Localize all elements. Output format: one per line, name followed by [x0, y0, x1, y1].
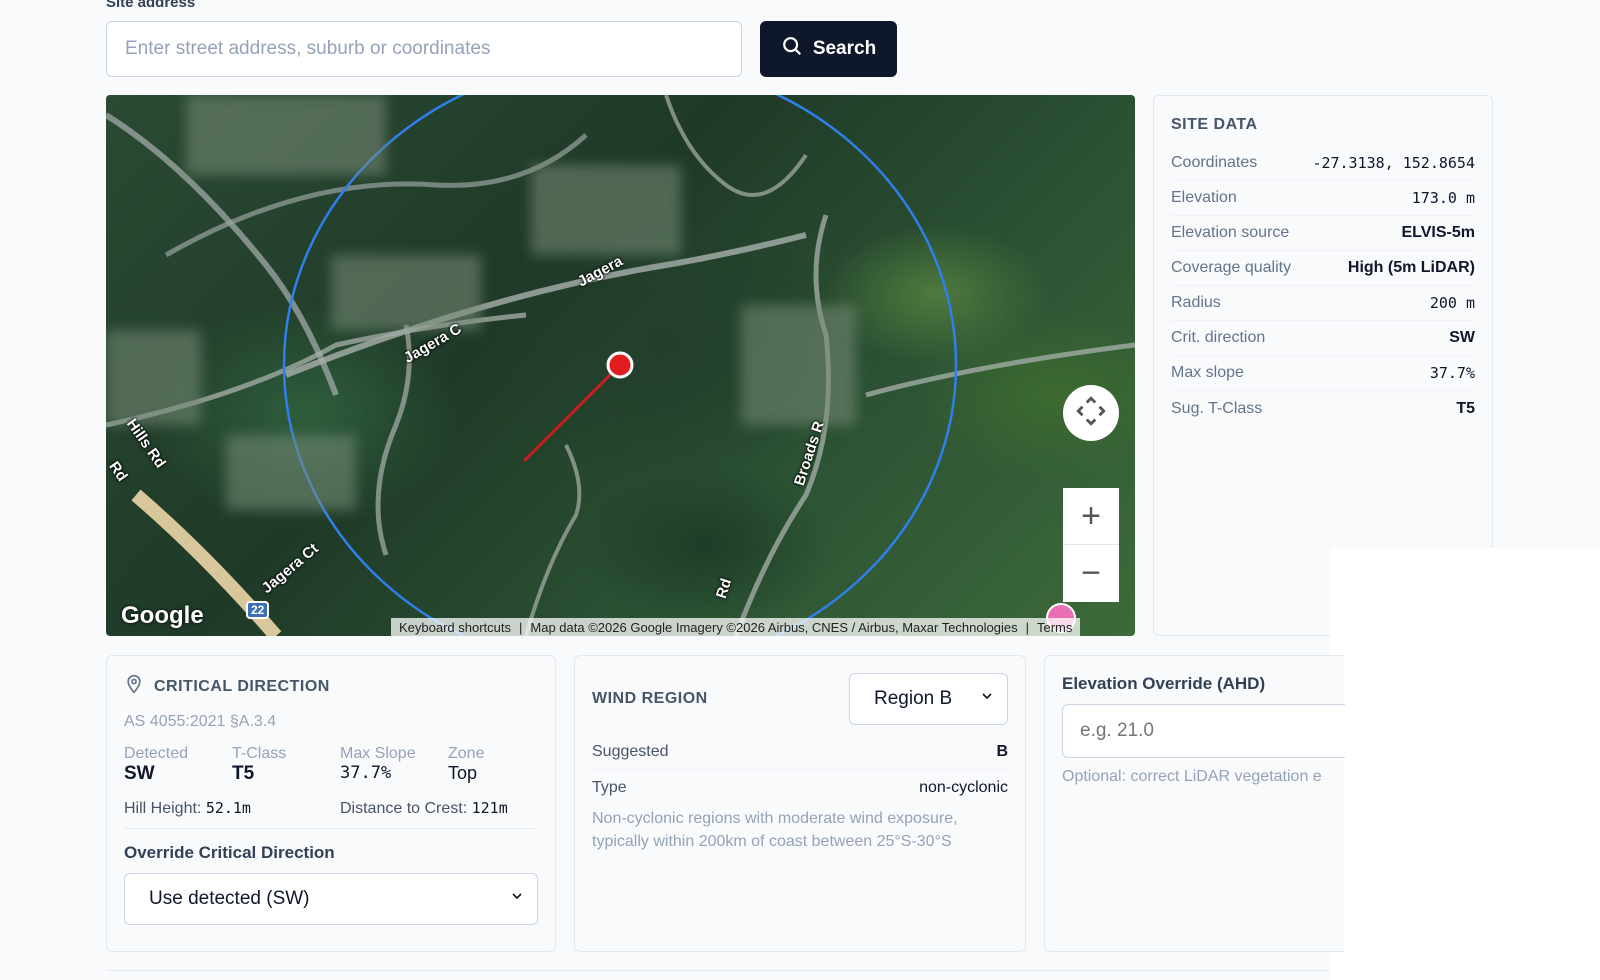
site-data-row: Coordinates -27.3138, 152.8654 [1171, 146, 1475, 181]
override-direction-select[interactable]: Use detected (SW) [124, 873, 538, 925]
site-data-row: Radius 200 m [1171, 286, 1475, 321]
elevation-override-hint: Optional: correct LiDAR vegetation e [1062, 768, 1322, 785]
hill-height-label: Hill Height: [124, 800, 202, 817]
location-pin-icon [124, 674, 144, 699]
critical-direction-card: CRITICAL DIRECTION AS 4055:2021 §A.3.4 D… [106, 655, 556, 952]
minus-icon: − [1081, 554, 1101, 592]
chevron-down-icon [979, 688, 995, 710]
detected-label: Detected [124, 745, 189, 762]
blurred-region [106, 330, 201, 425]
wind-region-select[interactable]: Region B [849, 673, 1008, 725]
site-address-label: Site address [106, 0, 196, 11]
max-slope-label: Max Slope [340, 745, 416, 762]
zone-label: Zone [448, 745, 485, 762]
distance-to-crest-label: Distance to Crest: [340, 800, 468, 817]
satellite-map[interactable]: Jagera Jagera C Hills Rd Rd Jagera Ct Br… [106, 95, 1135, 636]
max-slope-value: 37.7% [340, 763, 392, 783]
blurred-region [531, 165, 681, 255]
wind-region-description: Non-cyclonic regions with moderate wind … [592, 810, 958, 850]
site-marker [606, 351, 634, 379]
blurred-region [186, 95, 386, 175]
override-direction-value: Use detected (SW) [149, 888, 310, 909]
wind-region-card: WIND REGION Region B Suggested B Type no… [574, 655, 1026, 952]
site-data-row: Crit. direction SW [1171, 321, 1475, 356]
keyboard-shortcuts-link[interactable]: Keyboard shortcuts [399, 620, 511, 635]
tclass-label: T-Class [232, 745, 287, 762]
blurred-region [226, 435, 356, 510]
search-button[interactable]: Search [760, 21, 897, 77]
map-data-text: Map data ©2026 Google Imagery ©2026 Airb… [530, 619, 1018, 635]
blurred-region [741, 305, 856, 425]
critical-direction-title: CRITICAL DIRECTION [154, 677, 330, 695]
zone-value: Top [448, 763, 478, 783]
wind-region-value: Region B [874, 688, 953, 709]
blank-area [1330, 548, 1600, 980]
site-data-title: SITE DATA [1171, 116, 1258, 133]
highway-shield: 22 [246, 601, 270, 619]
site-data-row: Max slope 37.7% [1171, 356, 1475, 391]
elevation-override-card: Elevation Override (AHD) Optional: corre… [1044, 655, 1345, 952]
blurred-region [331, 255, 481, 330]
standard-reference: AS 4055:2021 §A.3.4 [124, 713, 277, 730]
site-data-row: Elevation source ELVIS-5m [1171, 216, 1475, 251]
critical-direction-line [522, 363, 622, 463]
pan-arrows-icon [1074, 394, 1108, 433]
site-data-row: Coverage quality High (5m LiDAR) [1171, 251, 1475, 286]
plus-icon: + [1081, 496, 1101, 535]
google-logo: Google [121, 602, 204, 629]
site-data-row: Sug. T-Class T5 [1171, 399, 1475, 417]
type-row: Type non-cyclonic [592, 778, 1008, 796]
site-address-input[interactable] [106, 21, 742, 77]
distance-to-crest-value: 121m [471, 799, 508, 817]
hill-height-value: 52.1m [205, 799, 251, 817]
chevron-down-icon [509, 888, 525, 910]
terms-link[interactable]: Terms [1037, 620, 1072, 635]
suggested-row: Suggested B [592, 735, 1008, 770]
zoom-in-button[interactable]: + [1063, 488, 1119, 545]
override-direction-label: Override Critical Direction [124, 843, 335, 862]
search-icon [781, 35, 803, 63]
search-button-label: Search [812, 38, 877, 59]
zoom-out-button[interactable]: − [1063, 545, 1119, 602]
detected-value: SW [124, 763, 155, 784]
tclass-value: T5 [232, 763, 255, 784]
site-data-row: Elevation 173.0 m [1171, 181, 1475, 216]
wind-region-title: WIND REGION [592, 690, 708, 707]
elevation-override-title: Elevation Override (AHD) [1062, 674, 1266, 693]
map-attribution: Keyboard shortcuts | Map data ©2026 Goog… [391, 618, 1081, 636]
elevation-override-input[interactable] [1062, 704, 1345, 758]
divider [106, 970, 1330, 971]
pan-control[interactable] [1063, 385, 1119, 441]
